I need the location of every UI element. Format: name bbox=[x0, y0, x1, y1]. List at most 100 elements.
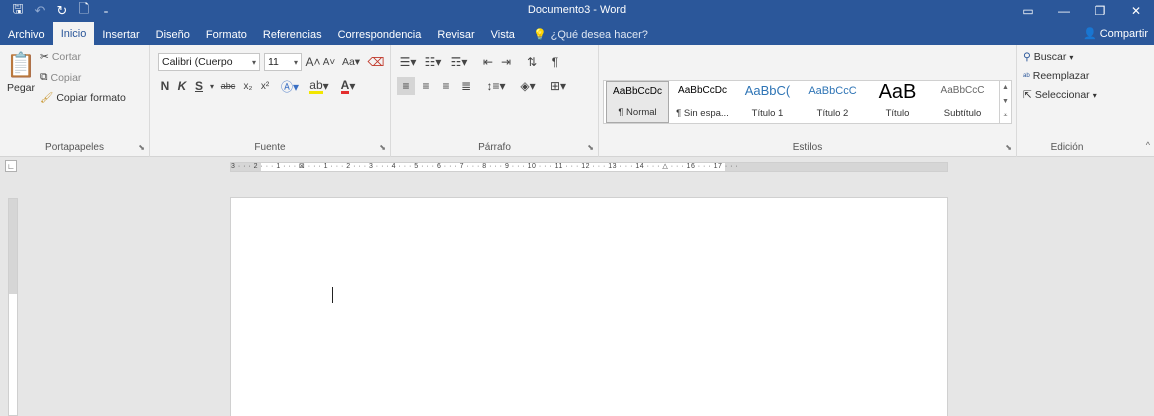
select-button[interactable]: ⇱ Seleccionar ▾ bbox=[1023, 89, 1097, 101]
style-sample: AaBbC( bbox=[744, 83, 791, 98]
clipboard-launcher-icon[interactable]: ⬊ bbox=[138, 143, 145, 152]
style-title[interactable]: AaB Título bbox=[866, 81, 929, 123]
borders-icon[interactable]: ⊞▾ bbox=[545, 77, 571, 95]
font-group-label: Fuente bbox=[254, 142, 286, 153]
align-right-icon[interactable]: ≡ bbox=[437, 77, 455, 95]
tab-insertar[interactable]: Insertar bbox=[94, 24, 147, 45]
underline-button[interactable]: S bbox=[192, 77, 206, 95]
maximize-icon[interactable]: ❐ bbox=[1082, 0, 1118, 22]
change-case-label: Aa bbox=[341, 56, 355, 68]
find-label: Buscar bbox=[1033, 51, 1067, 63]
styles-launcher-icon[interactable]: ⬊ bbox=[1005, 143, 1012, 152]
cut-button[interactable]: ✂ Cortar bbox=[40, 51, 81, 63]
chevron-down-icon: ▾ bbox=[293, 57, 298, 67]
shrink-font-icon[interactable]: A˅ bbox=[322, 53, 336, 71]
change-case-button[interactable]: Aa ▾ bbox=[340, 53, 362, 71]
tab-inicio[interactable]: Inicio bbox=[52, 22, 95, 45]
collapse-ribbon-icon[interactable]: ^ bbox=[1146, 140, 1150, 150]
minimize-icon[interactable]: — bbox=[1046, 0, 1082, 22]
top-margin-area bbox=[9, 199, 17, 294]
style-heading-2[interactable]: AaBbCcC Título 2 bbox=[801, 81, 864, 123]
tab-archivo[interactable]: Archivo bbox=[0, 24, 53, 45]
style-sample: AaBbCcDc bbox=[678, 85, 727, 96]
tab-revisar[interactable]: Revisar bbox=[429, 24, 482, 45]
multilevel-list-icon[interactable]: ☶▾ bbox=[447, 53, 471, 71]
superscript-button[interactable]: x² bbox=[258, 77, 272, 95]
style-subtitle[interactable]: AaBbCcC Subtítulo bbox=[931, 81, 994, 123]
tab-vista[interactable]: Vista bbox=[483, 24, 523, 45]
clear-formatting-icon[interactable]: ⌫ bbox=[368, 53, 385, 71]
tab-selector-icon[interactable]: ∟ bbox=[5, 160, 17, 172]
italic-button[interactable]: K bbox=[175, 77, 189, 95]
horizontal-ruler[interactable]: 3 · · · 2 · · · 1 · · · ⊠ · · · 1 · · · … bbox=[230, 162, 948, 172]
font-family-select[interactable]: Calibri (Cuerpo ▾ bbox=[158, 53, 260, 71]
underline-dropdown-icon[interactable]: ▾ bbox=[208, 77, 216, 95]
style-name: Subtítulo bbox=[943, 108, 982, 119]
style-name: Título bbox=[885, 108, 910, 119]
bold-button[interactable]: N bbox=[158, 77, 172, 95]
font-size-select[interactable]: 11 ▾ bbox=[264, 53, 302, 71]
copy-button[interactable]: ⧉ Copiar bbox=[40, 71, 81, 84]
ribbon: 📋 Pegar ✂ Cortar ⧉ Copiar 🖌 Copiar forma… bbox=[0, 45, 1154, 157]
cursor-icon: ⇱ bbox=[1023, 89, 1032, 101]
tell-me-box[interactable]: 💡 ¿Qué desea hacer? bbox=[523, 24, 658, 45]
shading-icon[interactable]: ◈▾ bbox=[515, 77, 541, 95]
justify-icon[interactable]: ≣ bbox=[457, 77, 475, 95]
close-icon[interactable]: ✕ bbox=[1118, 0, 1154, 22]
paragraph-launcher-icon[interactable]: ⬊ bbox=[587, 143, 594, 152]
styles-group-label: Estilos bbox=[792, 142, 823, 153]
font-launcher-icon[interactable]: ⬊ bbox=[379, 143, 386, 152]
highlight-color-icon[interactable]: ab ▾ bbox=[306, 77, 332, 95]
format-painter-label: Copiar formato bbox=[56, 91, 126, 104]
decrease-indent-icon[interactable]: ⇤ bbox=[479, 53, 497, 71]
grow-font-icon[interactable]: A˄ bbox=[306, 53, 321, 71]
more-styles-icon[interactable]: ⩡ bbox=[1004, 112, 1008, 120]
increase-indent-icon[interactable]: ⇥ bbox=[497, 53, 515, 71]
bullets-icon[interactable]: ☰▾ bbox=[397, 53, 419, 71]
document-page[interactable] bbox=[230, 197, 948, 416]
styles-gallery-scroll[interactable]: ▲ ▼ ⩡ bbox=[999, 81, 1011, 123]
ruler-bar: ∟ 3 · · · 2 · · · 1 · · · ⊠ · · · 1 · · … bbox=[0, 158, 1154, 174]
style-heading-1[interactable]: AaBbC( Título 1 bbox=[736, 81, 799, 123]
font-group: Calibri (Cuerpo ▾ 11 ▾ A˄ A˅ Aa ▾ ⌫ N K S… bbox=[150, 45, 391, 157]
editing-group: ⚲ Buscar ▾ ᵃᵇ Reemplazar ⇱ Seleccionar ▾… bbox=[1017, 45, 1117, 157]
align-center-icon[interactable]: ≡ bbox=[417, 77, 435, 95]
find-button[interactable]: ⚲ Buscar ▾ bbox=[1023, 51, 1073, 63]
paste-button[interactable]: 📋 Pegar bbox=[6, 51, 36, 101]
vertical-ruler[interactable] bbox=[8, 198, 18, 416]
numbering-icon[interactable]: ☷▾ bbox=[422, 53, 444, 71]
align-left-icon[interactable]: ≡ bbox=[397, 77, 415, 95]
tab-diseno[interactable]: Diseño bbox=[148, 24, 198, 45]
share-label: Compartir bbox=[1099, 27, 1148, 40]
format-painter-button[interactable]: 🖌 Copiar formato bbox=[40, 91, 126, 105]
style-name: ¶ Normal bbox=[618, 107, 657, 118]
ribbon-display-icon[interactable]: ▭ bbox=[1010, 0, 1046, 22]
strikethrough-button[interactable]: abc bbox=[218, 77, 238, 95]
replace-label: Reemplazar bbox=[1032, 70, 1090, 82]
replace-icon: ᵃᵇ bbox=[1023, 71, 1030, 81]
replace-button[interactable]: ᵃᵇ Reemplazar bbox=[1023, 70, 1089, 82]
font-color-icon[interactable]: A ▾ bbox=[336, 77, 360, 95]
show-formatting-marks-icon[interactable]: ¶ bbox=[547, 53, 563, 71]
share-button[interactable]: 👤 Compartir bbox=[1083, 25, 1148, 42]
chevron-down-icon: ▾ bbox=[1092, 90, 1097, 100]
scroll-down-icon[interactable]: ▼ bbox=[1002, 98, 1009, 105]
tab-referencias[interactable]: Referencias bbox=[255, 24, 330, 45]
clipboard-group: 📋 Pegar ✂ Cortar ⧉ Copiar 🖌 Copiar forma… bbox=[0, 45, 150, 157]
ruler-marks: 3 · · · 2 · · · 1 · · · ⊠ · · · 1 · · · … bbox=[231, 163, 739, 170]
paragraph-group-label: Párrafo bbox=[478, 142, 511, 153]
style-name: Título 2 bbox=[816, 108, 849, 119]
tab-formato[interactable]: Formato bbox=[198, 24, 255, 45]
chevron-down-icon: ▾ bbox=[251, 57, 256, 67]
scissors-icon: ✂ bbox=[40, 51, 49, 63]
style-no-spacing[interactable]: AaBbCcDc ¶ Sin espa... bbox=[671, 81, 734, 123]
text-effects-icon[interactable]: Ⓐ▾ bbox=[278, 77, 302, 95]
scroll-up-icon[interactable]: ▲ bbox=[1002, 84, 1009, 91]
line-spacing-icon[interactable]: ↕≡▾ bbox=[483, 77, 509, 95]
tell-me-placeholder: ¿Qué desea hacer? bbox=[550, 28, 648, 41]
sort-icon[interactable]: ⇅ bbox=[523, 53, 541, 71]
tab-correspondencia[interactable]: Correspondencia bbox=[330, 24, 430, 45]
subscript-button[interactable]: x₂ bbox=[241, 77, 255, 95]
lightbulb-icon: 💡 bbox=[532, 29, 547, 41]
style-normal[interactable]: AaBbCcDc ¶ Normal bbox=[606, 81, 669, 123]
